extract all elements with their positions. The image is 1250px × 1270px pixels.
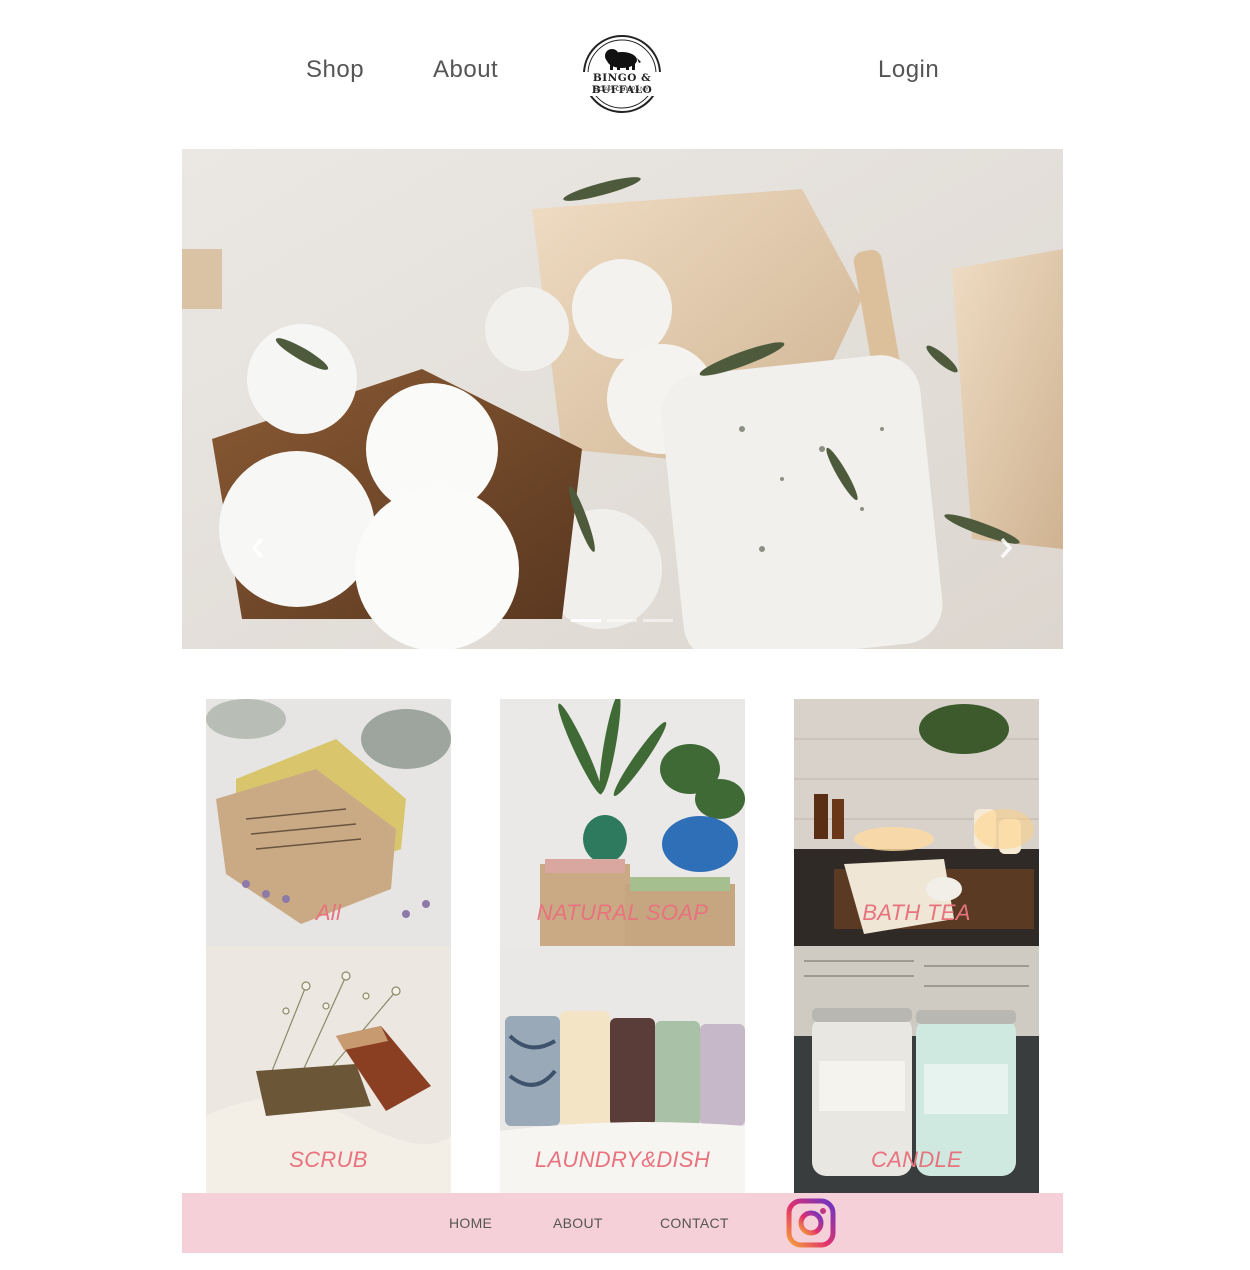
footer-contact-link[interactable]: CONTACT: [660, 1215, 729, 1231]
site-header: Shop About BINGO & BUFFALO SOAP COMPANY …: [0, 0, 1250, 140]
category-tile-all[interactable]: All: [206, 699, 451, 946]
logo-subtitle: SOAP COMPANY: [594, 87, 650, 93]
brand-logo[interactable]: BINGO & BUFFALO SOAP COMPANY: [566, 34, 678, 114]
category-label-candle[interactable]: CANDLE: [794, 1147, 1039, 1173]
carousel-prev-chevron-left-icon[interactable]: [248, 533, 268, 563]
category-label-natural-soap[interactable]: NATURAL SOAP: [500, 900, 745, 926]
nav-shop-link[interactable]: Shop: [306, 56, 364, 84]
category-label-laundry-dish[interactable]: LAUNDRY&DISH: [500, 1147, 745, 1173]
hero-carousel[interactable]: [182, 149, 1063, 649]
category-tile-bath-tea[interactable]: BATH TEA: [794, 699, 1039, 946]
carousel-indicator-3[interactable]: [643, 619, 673, 622]
footer-home-link[interactable]: HOME: [449, 1215, 492, 1231]
category-tile-candle[interactable]: CANDLE: [794, 946, 1039, 1193]
instagram-icon[interactable]: [786, 1198, 836, 1248]
category-tile-scrub[interactable]: SCRUB: [206, 946, 451, 1193]
carousel-next-chevron-right-icon[interactable]: [996, 533, 1016, 563]
category-tile-laundry-dish[interactable]: LAUNDRY&DISH: [500, 946, 745, 1193]
site-footer: HOME ABOUT CONTACT: [182, 1193, 1063, 1253]
category-tile-natural-soap[interactable]: NATURAL SOAP: [500, 699, 745, 946]
carousel-indicators: [571, 619, 673, 622]
category-label-bath-tea[interactable]: BATH TEA: [794, 900, 1039, 926]
nav-about-link[interactable]: About: [433, 56, 498, 84]
hero-slide-image: [182, 149, 1063, 649]
nav-login-link[interactable]: Login: [878, 56, 939, 84]
carousel-indicator-2[interactable]: [607, 619, 637, 622]
footer-about-link[interactable]: ABOUT: [553, 1215, 603, 1231]
category-label-scrub[interactable]: SCRUB: [206, 1147, 451, 1173]
carousel-indicator-1[interactable]: [571, 619, 601, 622]
category-label-all[interactable]: All: [206, 900, 451, 926]
